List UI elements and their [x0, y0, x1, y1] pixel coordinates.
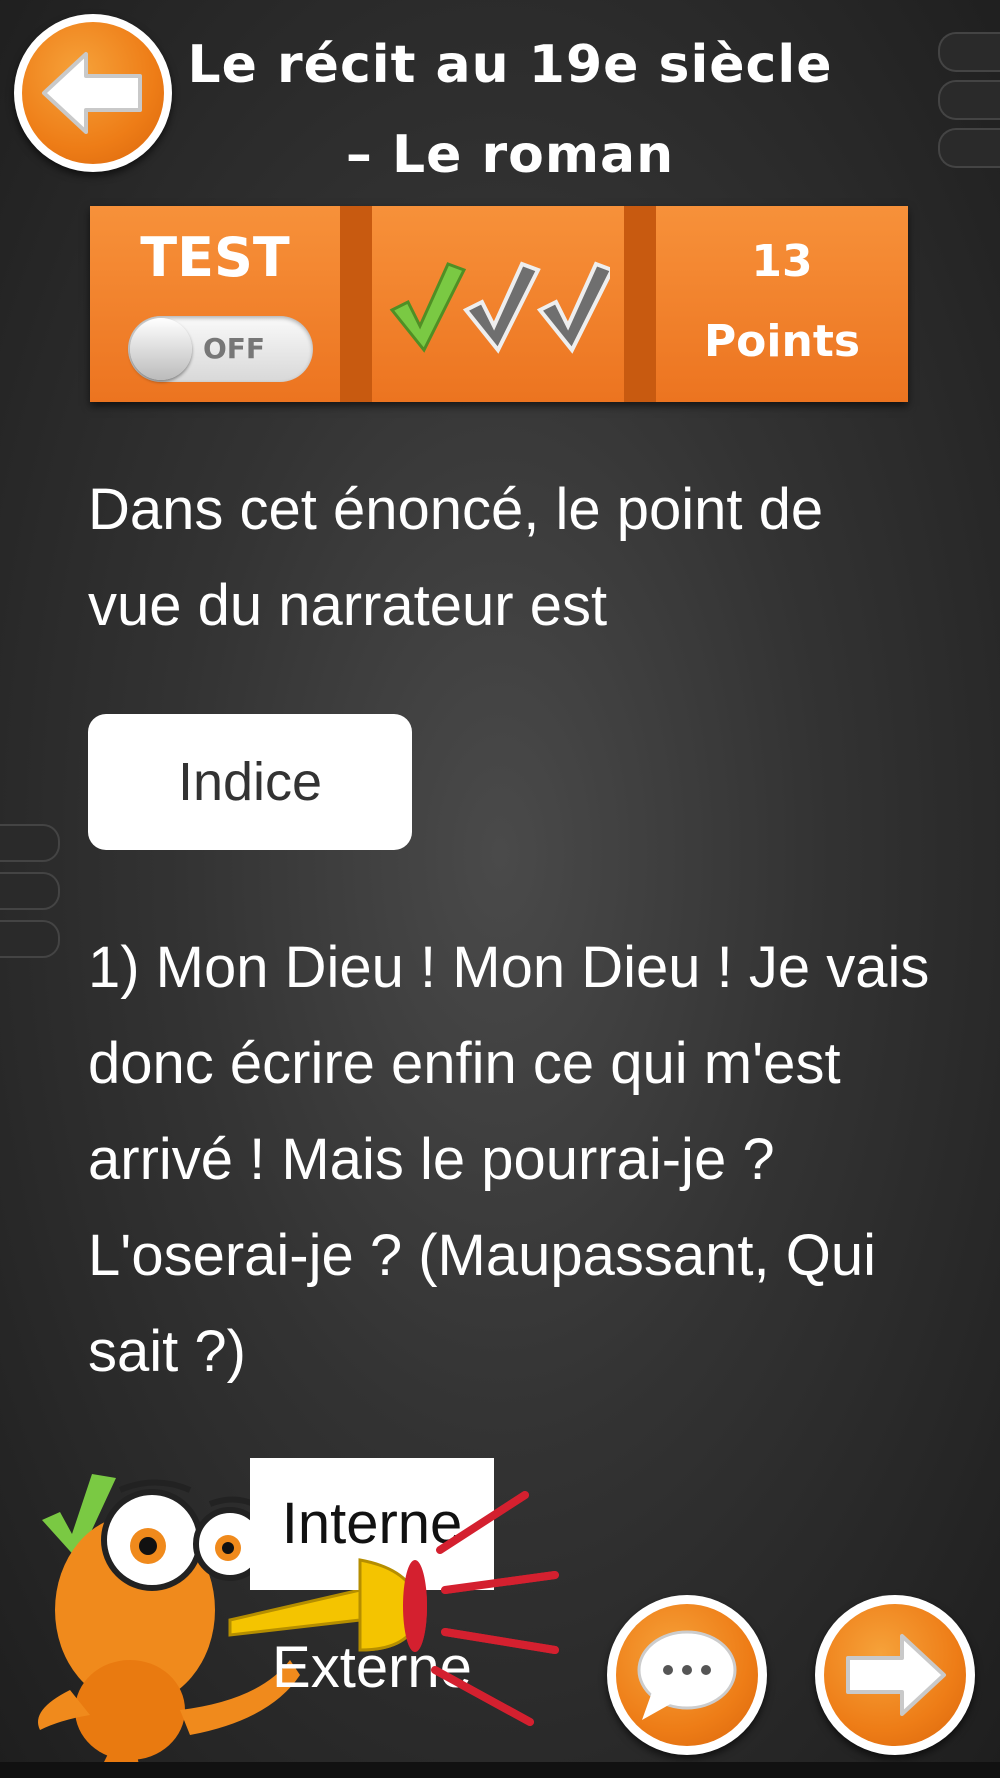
side-tab [0, 920, 60, 958]
title-line-2: – Le roman [345, 125, 675, 185]
toggle-state-label: OFF [203, 332, 266, 365]
points-value: 13 [751, 236, 813, 287]
arrow-right-icon [846, 1634, 946, 1716]
check-icon-1 [389, 262, 467, 353]
answer-option-interne[interactable]: Interne [250, 1458, 494, 1590]
test-mode-toggle[interactable]: OFF [128, 316, 313, 382]
points-label: Points [703, 316, 861, 367]
speech-bubble-icon [637, 1630, 737, 1720]
side-tab [0, 824, 60, 862]
menu-tab [938, 80, 1000, 120]
comment-button[interactable] [607, 1595, 767, 1755]
back-button[interactable] [14, 14, 172, 172]
toggle-knob [130, 318, 192, 380]
points-panel: 13 Points [656, 206, 908, 402]
progress-panel [372, 206, 624, 402]
next-button[interactable] [815, 1595, 975, 1755]
side-tab [0, 872, 60, 910]
answer-option-externe[interactable]: Externe [250, 1608, 494, 1728]
menu-tab [938, 128, 1000, 168]
question-passage: 1) Mon Dieu ! Mon Dieu ! Je vais donc éc… [88, 935, 930, 1384]
question-prompt: Dans cet énoncé, le point de vue du narr… [88, 477, 824, 638]
title-line-1: Le récit au 19e siècle [187, 35, 833, 95]
hint-button[interactable]: Indice [88, 714, 412, 850]
check-icon-3 [536, 261, 610, 354]
bottom-strip [0, 1762, 1000, 1778]
menu-tab [938, 32, 1000, 72]
test-label: TEST [140, 226, 290, 289]
page-title: Le récit au 19e siècle – Le roman [180, 20, 840, 200]
status-bar: TEST OFF 13 Points [90, 206, 908, 402]
arrow-left-icon [42, 52, 142, 134]
test-panel: TEST OFF [90, 206, 340, 402]
check-icon-2 [462, 261, 541, 354]
